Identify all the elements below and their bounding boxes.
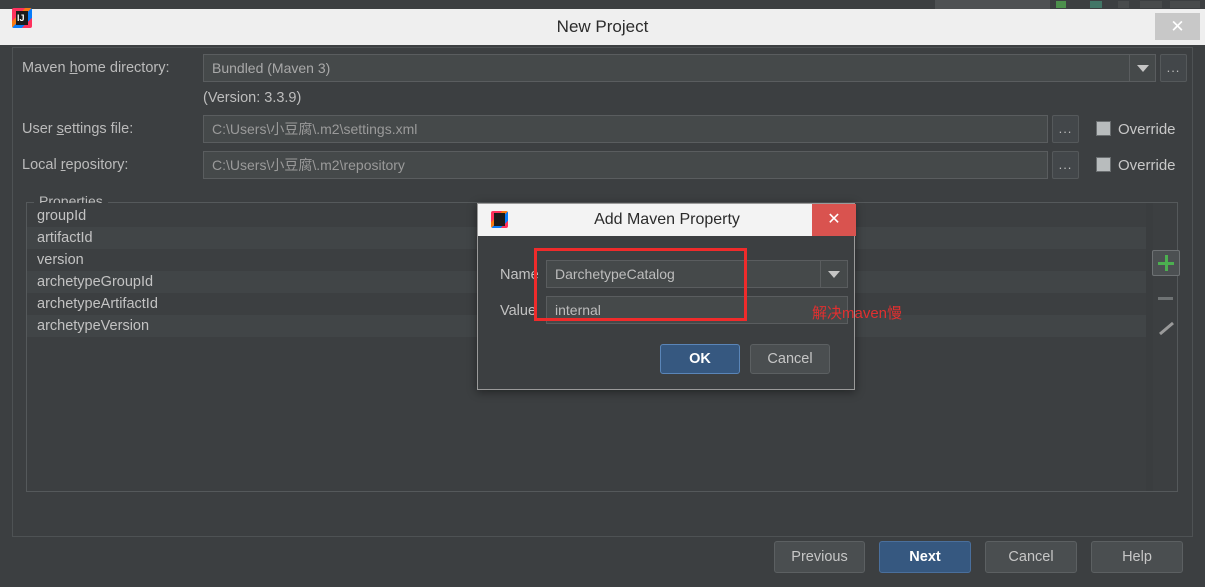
app-root: IJ New Project ✕ Maven home directory: B… — [0, 0, 1205, 587]
user-settings-browse-button[interactable]: ... — [1052, 115, 1079, 143]
local-repository-label-post: epository: — [65, 157, 129, 173]
modal-body: Name DarchetypeCatalog Value internal OK… — [478, 236, 854, 389]
add-property-button[interactable] — [1152, 250, 1180, 276]
name-input[interactable]: DarchetypeCatalog — [546, 260, 821, 288]
ide-icon-sliver-a — [1118, 1, 1129, 8]
ide-run-icon-sliver — [1056, 1, 1066, 8]
local-repository-browse-button[interactable]: ... — [1052, 151, 1079, 179]
modal-title-text: Add Maven Property — [594, 211, 740, 228]
maven-home-dropdown-arrow[interactable] — [1130, 54, 1156, 82]
close-icon[interactable]: ✕ — [1155, 13, 1200, 40]
properties-toolbar — [1152, 250, 1182, 360]
modal-cancel-button[interactable]: Cancel — [750, 344, 830, 374]
next-button[interactable]: Next — [879, 541, 971, 573]
edit-property-button[interactable] — [1152, 321, 1180, 348]
ide-tool-icon-sliver — [1090, 1, 1102, 8]
previous-button[interactable]: Previous — [774, 541, 865, 573]
maven-home-browse-button[interactable]: ... — [1160, 54, 1187, 82]
local-repository-override-label: Override — [1118, 157, 1176, 174]
maven-home-input[interactable]: Bundled (Maven 3) — [203, 54, 1130, 82]
modal-close-icon[interactable]: ✕ — [812, 204, 856, 236]
ide-icon-sliver-c — [1170, 1, 1200, 8]
ide-background-strip — [0, 0, 1205, 9]
maven-home-label-pre: Maven — [22, 60, 70, 76]
local-repository-override-checkbox[interactable] — [1096, 157, 1111, 172]
user-settings-label-post: ettings file: — [63, 121, 134, 137]
maven-home-label: Maven home directory: — [22, 60, 170, 76]
local-repository-input[interactable]: C:\Users\小豆腐\.m2\repository — [203, 151, 1048, 179]
add-maven-property-dialog: Add Maven Property ✕ Name DarchetypeCata… — [477, 203, 856, 390]
cancel-button[interactable]: Cancel — [985, 541, 1077, 573]
pencil-icon — [1159, 321, 1174, 336]
minus-icon — [1158, 297, 1173, 300]
user-settings-label-accel: s — [56, 121, 64, 137]
ide-tab-sliver — [935, 0, 1050, 9]
maven-home-label-accel: h — [69, 60, 78, 76]
user-settings-label: User settings file: — [22, 121, 133, 137]
user-settings-input[interactable]: C:\Users\小豆腐\.m2\settings.xml — [203, 115, 1048, 143]
value-label: Value — [500, 303, 537, 319]
name-dropdown-arrow[interactable] — [821, 260, 848, 288]
annotation-note: 解决maven慢 — [812, 305, 903, 322]
remove-property-button[interactable] — [1152, 286, 1180, 312]
plus-icon — [1158, 255, 1174, 271]
modal-ok-button[interactable]: OK — [660, 344, 740, 374]
modal-titlebar: Add Maven Property ✕ — [478, 204, 856, 236]
maven-home-label-post: ome directory: — [77, 60, 170, 76]
user-settings-override-checkbox[interactable] — [1096, 121, 1111, 136]
value-input[interactable]: internal — [546, 296, 848, 324]
user-settings-label-pre: User — [22, 121, 57, 137]
page-title: New Project — [556, 17, 649, 36]
maven-version-note: (Version: 3.3.9) — [203, 90, 302, 106]
help-button[interactable]: Help — [1091, 541, 1183, 573]
ide-icon-sliver-b — [1140, 1, 1162, 8]
user-settings-override-label: Override — [1118, 121, 1176, 138]
local-repository-label: Local repository: — [22, 157, 128, 173]
name-label: Name — [500, 267, 539, 283]
local-repository-label-pre: Local — [22, 157, 61, 173]
